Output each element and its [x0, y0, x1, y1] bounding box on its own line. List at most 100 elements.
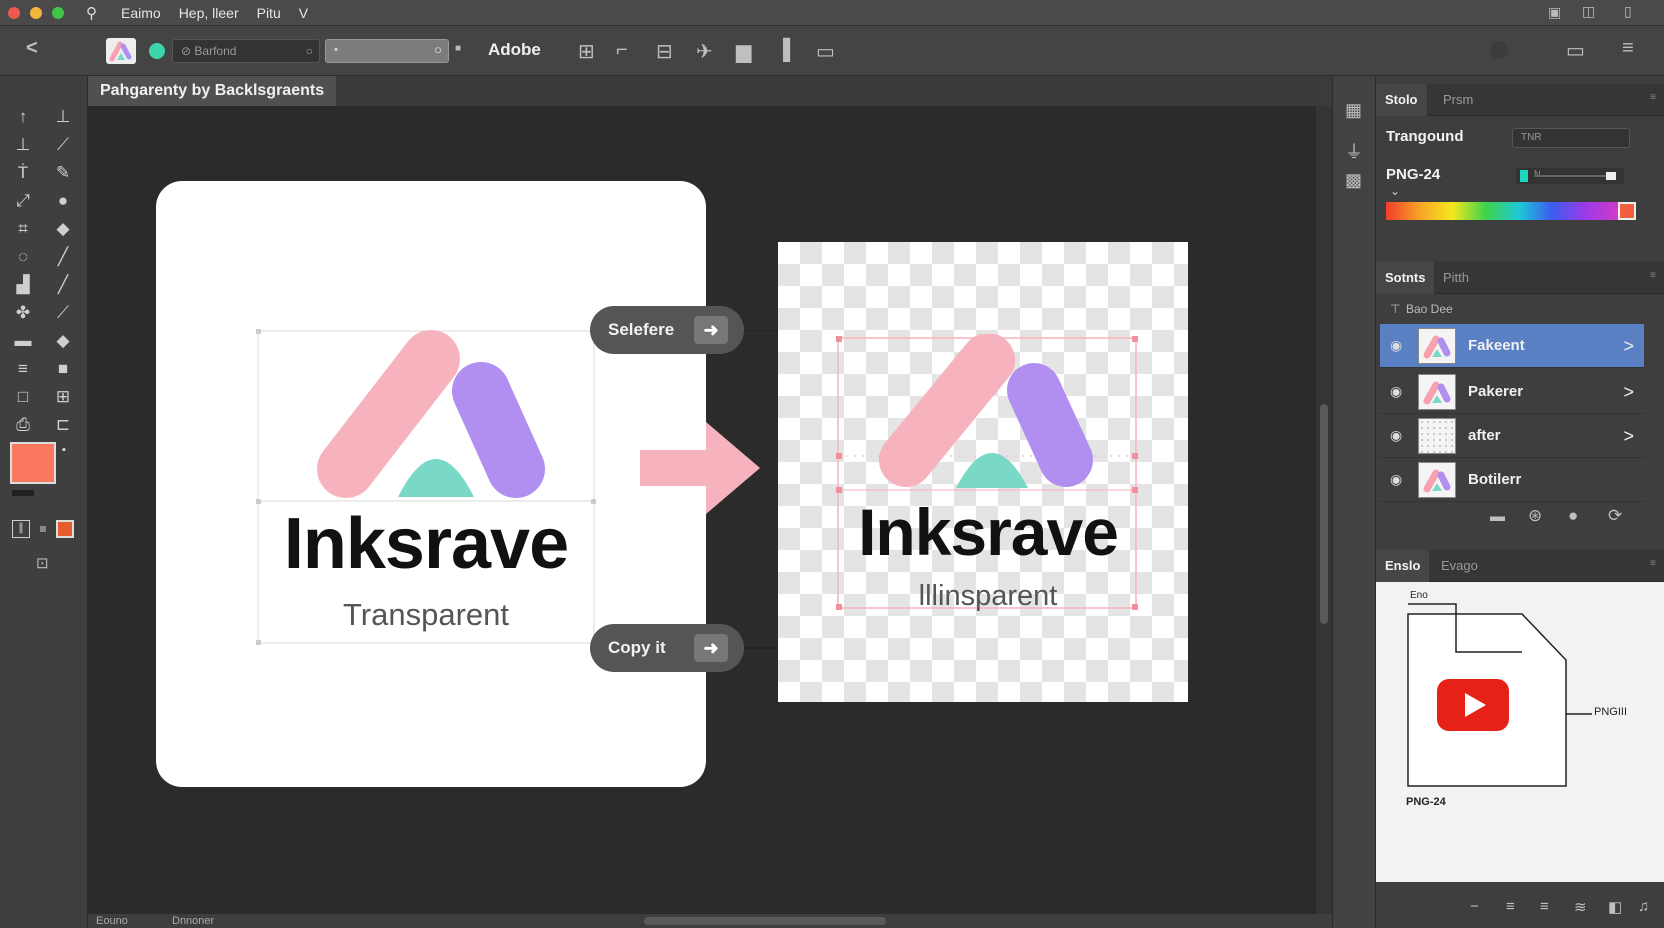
chevron-right-icon[interactable]: > [1623, 324, 1634, 368]
pin-icon[interactable]: ✈ [696, 39, 713, 64]
bar-chart-icon[interactable]: ▐ [776, 39, 790, 62]
save-icon[interactable]: ▣ [1548, 4, 1561, 21]
document-tab[interactable]: Pahgarenty by Backlsgraents [88, 76, 337, 106]
align-center-icon[interactable]: ≡ [1540, 898, 1549, 915]
back-arrow-icon[interactable]: < [26, 37, 38, 60]
eyedropper-tool-icon[interactable]: ⟋ [50, 300, 76, 326]
vertical-scroll-thumb[interactable] [1320, 404, 1328, 624]
color-spectrum-bar[interactable] [1386, 202, 1618, 220]
layer-row[interactable]: ◉ Pakerer > [1380, 370, 1644, 414]
pen-tool-icon[interactable]: ⟋ [50, 132, 76, 158]
shape-tool-icon[interactable]: ■ [50, 356, 76, 382]
default-colors-icon[interactable] [12, 490, 34, 496]
distribute-icon[interactable]: ≋ [1574, 898, 1587, 916]
canvas-area[interactable]: Inksrave Transparent Selefere ➜ Copy it … [88, 106, 1316, 914]
transparent-artboard[interactable]: Inksrave lllinsparent [778, 242, 1188, 702]
tab-presets[interactable]: Prsm [1434, 84, 1482, 116]
tab-layers[interactable]: Sotnts [1376, 262, 1435, 294]
move-tool-icon[interactable]: ↑ [10, 104, 36, 130]
smudge-tool-icon[interactable]: ╱ [50, 272, 76, 298]
tab-image[interactable]: Evago [1432, 550, 1487, 582]
format-dropdown-icon[interactable]: ⌄ [1390, 184, 1400, 198]
quick-mask-icon[interactable] [56, 520, 74, 538]
status-item-2[interactable]: Dnnoner [172, 915, 214, 927]
foreground-color-swatch[interactable] [10, 442, 56, 484]
layer-row[interactable]: ◉ Botilerr [1380, 458, 1644, 502]
tab-properties[interactable]: Stolo [1376, 84, 1427, 116]
app-logo-icon[interactable] [106, 38, 136, 64]
clear-icon[interactable]: ○ [306, 40, 313, 62]
stamp-tool-icon[interactable]: ▟ [10, 272, 36, 298]
maximize-window-button[interactable] [52, 6, 64, 19]
rectangle-tool-icon[interactable]: □ [10, 384, 36, 410]
layers-tool-icon[interactable]: ▬ [10, 328, 36, 354]
visibility-eye-icon[interactable]: ◉ [1390, 471, 1406, 487]
workspace-icon[interactable]: ▭ [1566, 38, 1585, 63]
screen-mode-icon[interactable]: ⊡ [36, 554, 49, 572]
opacity-field[interactable]: ▪ ○ [325, 39, 449, 63]
chevron-right-icon[interactable]: > [1623, 370, 1634, 414]
new-layer-icon[interactable]: ⟳ [1608, 506, 1622, 526]
panel-menu-icon[interactable]: ≡ [1650, 558, 1656, 569]
crop-icon[interactable]: ⌐ [616, 39, 628, 62]
menu-item-1[interactable]: Eaimo [121, 5, 161, 21]
layer-style-icon[interactable]: ⊛ [1528, 506, 1542, 526]
panel-menu-icon[interactable]: ≡ [1650, 92, 1656, 103]
type-tool-icon[interactable]: Ṫ [10, 160, 36, 186]
close-window-button[interactable] [8, 6, 20, 19]
layer-filter-label[interactable]: Bao Dee [1406, 302, 1453, 316]
image-icon[interactable]: ▆ [736, 39, 751, 64]
background-field[interactable]: TNR [1512, 128, 1630, 148]
minimize-window-button[interactable] [30, 6, 42, 19]
hand-tool-icon[interactable]: ⊏ [50, 412, 76, 438]
menu-item-2[interactable]: Hep, lleer [179, 5, 239, 21]
filter-type-icon[interactable]: ⊤ [1390, 302, 1400, 316]
table-icon[interactable]: ⊟ [656, 39, 673, 64]
document-icon[interactable]: ▯ [1624, 3, 1632, 20]
layer-mask-icon[interactable]: ● [1568, 506, 1578, 526]
format-slider[interactable]: N [1516, 168, 1624, 184]
sync-icon[interactable] [1490, 41, 1508, 59]
grid-tool-icon[interactable]: ⊞ [50, 384, 76, 410]
eraser-tool-icon[interactable]: ◆ [50, 216, 76, 242]
hamburger-menu-icon[interactable]: ≡ [1622, 37, 1634, 60]
location-pin-icon[interactable]: ⚲ [86, 4, 97, 22]
music-note-icon[interactable]: ♫ [1638, 898, 1649, 915]
lasso-tool-icon[interactable]: ◌ [10, 244, 36, 270]
frame-icon[interactable]: ▭ [816, 39, 835, 64]
slice-tool-icon[interactable]: ⊥ [10, 132, 36, 158]
layer-row[interactable]: ◉ Fakeent > [1380, 324, 1644, 368]
vertical-scrollbar[interactable] [1316, 106, 1332, 914]
spectrum-swatch[interactable] [1618, 202, 1636, 220]
layer-row[interactable]: ◉ after > [1380, 414, 1644, 458]
horizontal-scroll-thumb[interactable] [644, 917, 886, 925]
crop-tool-icon[interactable]: ⌗ [10, 216, 36, 242]
visibility-eye-icon[interactable]: ◉ [1390, 337, 1406, 353]
search-input[interactable]: ⊘ Barfond ○ [172, 39, 320, 63]
plugins-icon[interactable]: ▩ [1345, 170, 1362, 191]
split-view-icon[interactable]: ◫ [1582, 3, 1595, 20]
artboard-tool-icon[interactable]: ⊥ [50, 104, 76, 130]
standard-mode-icon[interactable]: ∥ [12, 520, 30, 538]
minus-icon[interactable]: − [1470, 898, 1479, 915]
tab-paths[interactable]: Pitth [1434, 262, 1478, 294]
calendar-icon[interactable]: ▦ [1345, 100, 1362, 121]
visibility-eye-icon[interactable]: ◉ [1390, 427, 1406, 443]
package-icon[interactable]: ◧ [1608, 898, 1622, 916]
slider-thumb[interactable] [1606, 172, 1616, 180]
copy-callout-button[interactable]: Copy it ➜ [590, 624, 744, 672]
link-layers-icon[interactable]: ▬ [1490, 508, 1505, 525]
source-artboard[interactable]: Inksrave Transparent [156, 181, 706, 787]
warp-tool-icon[interactable]: ✤ [10, 300, 36, 326]
tab-export[interactable]: Enslo [1376, 550, 1430, 582]
brush-tool-icon[interactable]: ╱ [50, 244, 76, 270]
menu-item-4[interactable]: V [299, 5, 308, 21]
align-tool-icon[interactable]: ≡ [10, 356, 36, 382]
field-knob-icon[interactable]: ○ [434, 42, 442, 57]
pencil-tool-icon[interactable]: ✎ [50, 160, 76, 186]
align-left-icon[interactable]: ≡ [1506, 898, 1515, 915]
menu-item-3[interactable]: Pitu [257, 5, 281, 21]
brand-label[interactable]: Adobe [488, 40, 541, 60]
paint-bucket-tool-icon[interactable]: ◆ [50, 328, 76, 354]
swap-colors-icon[interactable]: ▪ [62, 444, 66, 456]
